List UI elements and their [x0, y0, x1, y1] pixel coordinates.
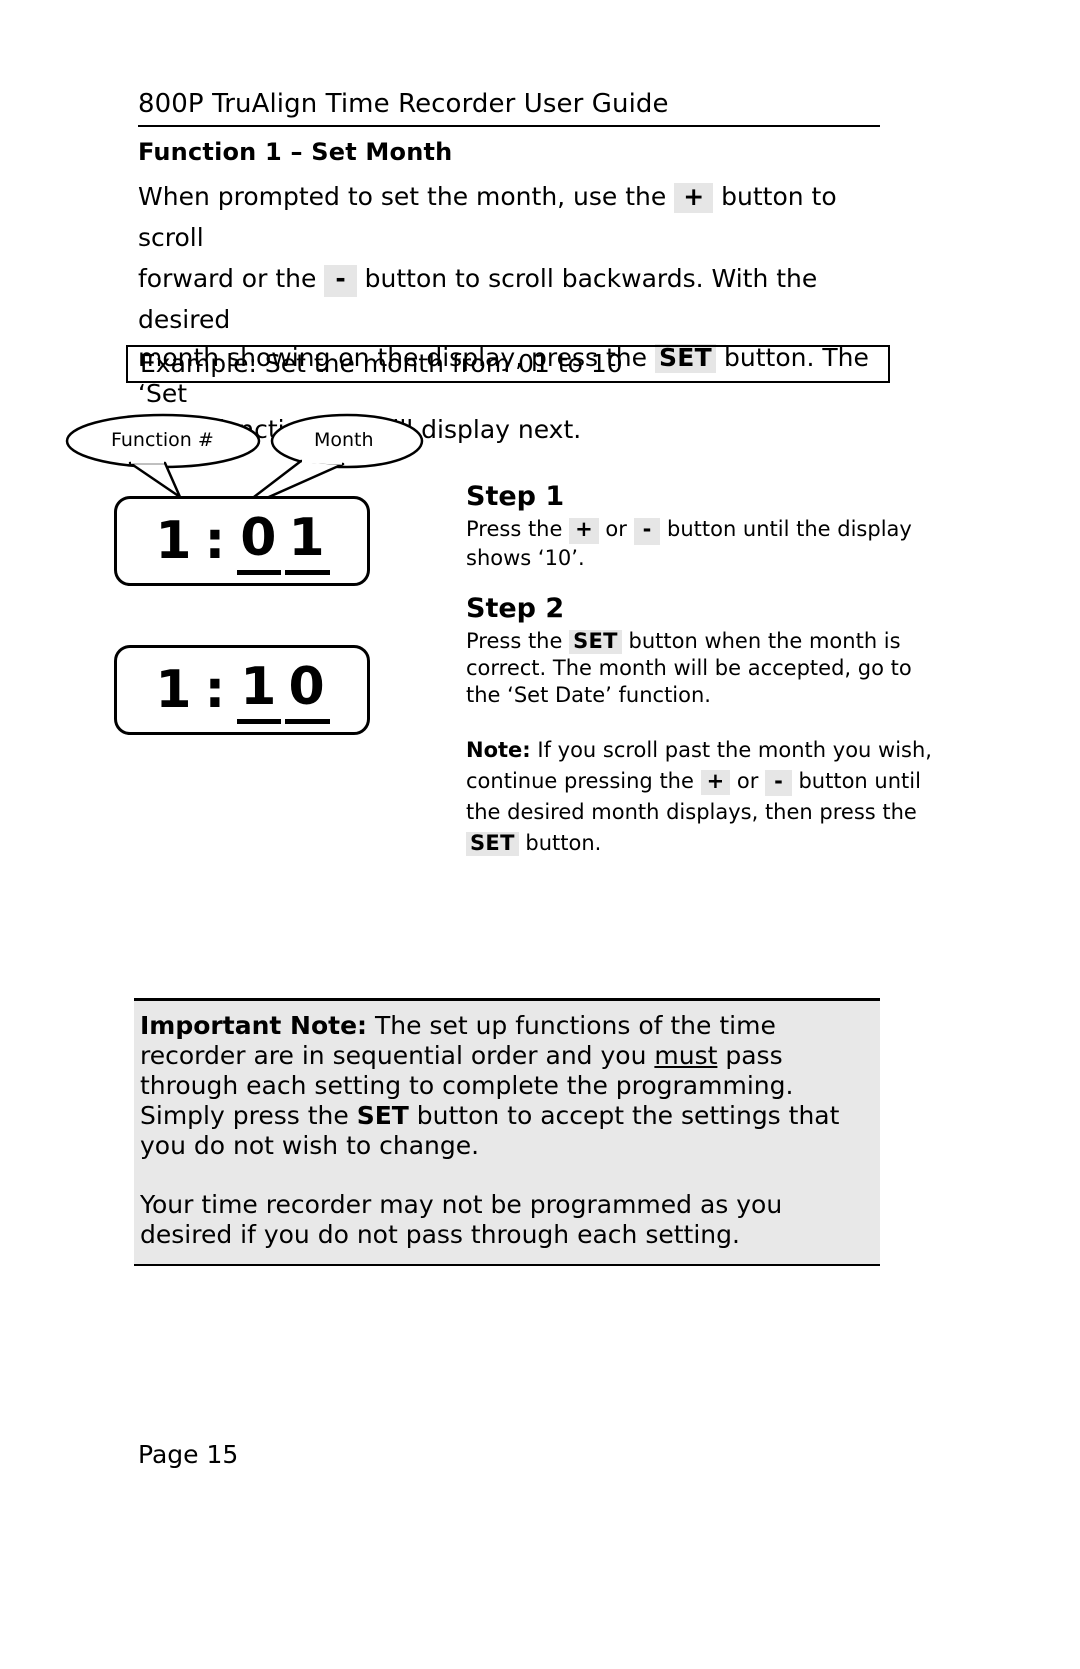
intro-text-1a: When prompted to set the month, use the: [138, 182, 667, 211]
important-note-box: Important Note: The set up functions of …: [134, 998, 880, 1266]
note-text-a: If you scroll past the month you wish,: [537, 737, 932, 762]
set-key-glyph: SET: [569, 629, 622, 655]
section-heading: Function 1 – Set Month: [138, 138, 453, 166]
step-2-body: Press the SET button when the month is c…: [466, 628, 936, 709]
document-title: 800P TruAlign Time Recorder User Guide: [138, 89, 669, 119]
lcd-function-digit: 1: [155, 660, 194, 720]
note-text-d: the desired month displays, then press t…: [466, 799, 917, 824]
page-footer: Page 15: [138, 1440, 239, 1469]
header-divider: [138, 125, 880, 127]
important-note-must: must: [654, 1041, 718, 1070]
lcd-month-digit-2: 1: [285, 508, 330, 575]
lcd-display-after: 1 : 1 0: [114, 645, 370, 735]
important-note-paragraph-1: Important Note: The set up functions of …: [140, 1011, 872, 1161]
plus-key-glyph: +: [569, 517, 599, 544]
note-text-e: button.: [525, 830, 602, 855]
set-key-text: SET: [356, 1101, 409, 1130]
lcd-colon: :: [204, 511, 228, 571]
important-note-label: Important Note:: [140, 1011, 368, 1040]
minus-key-glyph: -: [765, 769, 792, 797]
lcd-colon: :: [204, 660, 228, 720]
lcd-function-digit: 1: [155, 511, 194, 571]
example-box: Example: Set the month from 01 to 10: [126, 345, 890, 383]
scroll-past-note: Note: If you scroll past the month you w…: [466, 735, 936, 859]
steps-spacer: [466, 572, 936, 592]
lcd-month-digit-2: 0: [285, 657, 330, 724]
note-text-b: continue pressing the: [466, 768, 694, 793]
plus-key-glyph: +: [674, 183, 714, 213]
figure-area: Function # Month 1 : 0 1 1 : 1 0: [55, 405, 445, 745]
set-key-glyph: SET: [466, 831, 519, 857]
document-header: 800P TruAlign Time Recorder User Guide: [138, 88, 880, 127]
step-1-text-c: shows ‘10’.: [466, 545, 585, 570]
document-page: 800P TruAlign Time Recorder User Guide F…: [0, 0, 1080, 1669]
step-2-text-b: button when the month is: [628, 628, 901, 653]
step-1-title: Step 1: [466, 481, 565, 512]
intro-line-1: When prompted to set the month, use the …: [138, 176, 898, 258]
callout-label-month: Month: [314, 429, 374, 451]
lcd-digits-before: 1 : 0 1: [117, 499, 367, 583]
lcd-month-digit-1: 0: [237, 508, 282, 575]
step-1-text-or: or: [605, 517, 627, 541]
important-note-spacer: [140, 1161, 872, 1190]
step-1-body: Press the + or - button until the displa…: [466, 516, 936, 572]
lcd-digits-after: 1 : 1 0: [117, 648, 367, 732]
minus-key-glyph: -: [324, 265, 357, 297]
steps-column: Step 1 Press the + or - button until the…: [466, 480, 936, 859]
step-1-text-a: Press the: [466, 517, 563, 541]
lcd-display-before: 1 : 0 1: [114, 496, 370, 586]
lcd-month-digit-1: 1: [237, 657, 282, 724]
example-text: Example: Set the month from 01 to 10: [140, 349, 623, 378]
plus-key-glyph: +: [700, 769, 731, 796]
important-note-paragraph-2: Your time recorder may not be programmed…: [140, 1190, 783, 1249]
note-text-c: button until: [798, 768, 921, 793]
step-2-title: Step 2: [466, 592, 565, 624]
note-label: Note:: [466, 737, 531, 762]
minus-key-glyph: -: [633, 517, 661, 545]
note-text-or: or: [736, 768, 759, 793]
intro-text-2a: forward or the: [138, 264, 317, 293]
callout-label-function: Function #: [111, 429, 214, 451]
step-2-text-c: correct. The month will be accepted, go …: [466, 655, 912, 680]
step-2-text-d: the ‘Set Date’ function.: [466, 682, 711, 707]
step-1-text-b: button until the display: [666, 517, 912, 541]
intro-line-2: forward or the - button to scroll backwa…: [138, 258, 898, 340]
step-2-text-a: Press the: [466, 628, 563, 653]
